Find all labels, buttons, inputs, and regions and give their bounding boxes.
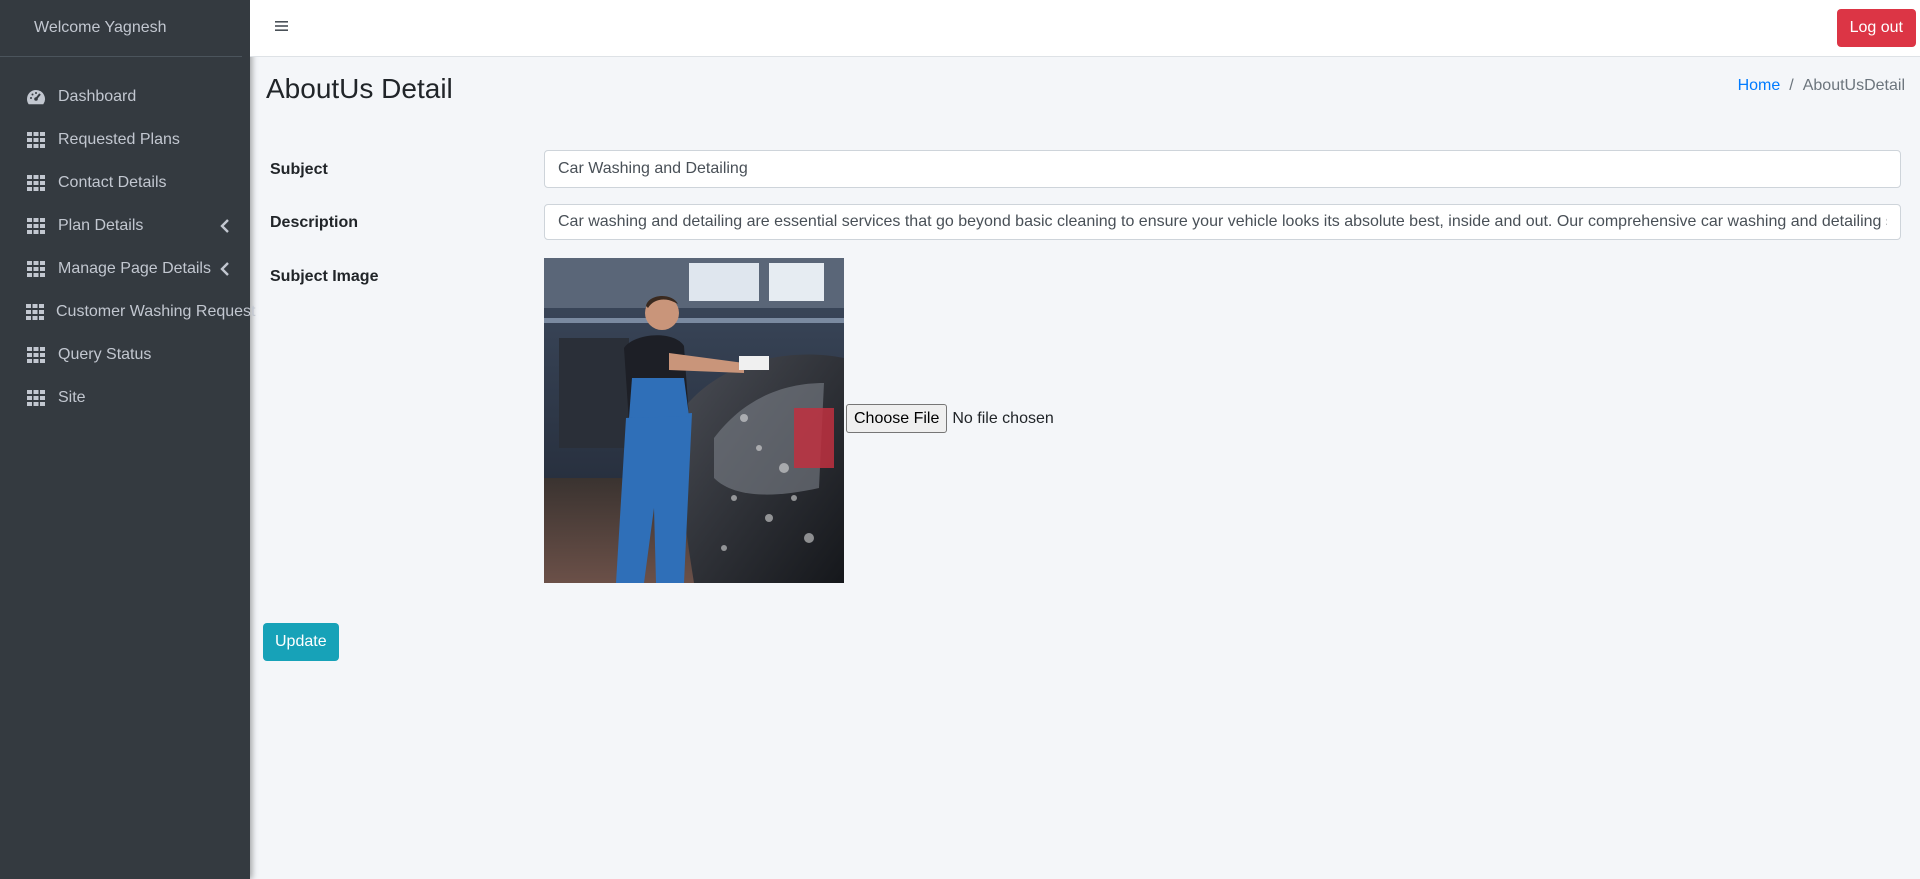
main-content: AboutUs Detail Home / AboutUsDetail Subj… <box>250 57 1920 879</box>
grid-icon <box>26 131 46 149</box>
grid-icon <box>26 260 46 278</box>
sidebar-item-label: Dashboard <box>58 87 137 105</box>
description-input[interactable] <box>544 204 1901 240</box>
logout-button[interactable]: Log out <box>1836 9 1916 47</box>
sidebar-item-dashboard[interactable]: Dashboard <box>8 75 242 118</box>
sidebar-nav: Dashboard Requested Plans Contact Detail… <box>0 75 256 419</box>
file-input: Choose File No file chosen <box>846 404 1054 433</box>
grid-icon <box>26 174 46 192</box>
subject-image <box>544 258 844 583</box>
grid-icon <box>26 346 46 364</box>
chevron-left-icon <box>220 218 230 233</box>
sidebar-item-label: Manage Page Details <box>58 259 211 277</box>
car-wash-photo <box>544 258 844 583</box>
description-label: Description <box>270 214 359 231</box>
subject-label: Subject <box>270 161 328 178</box>
subject-input[interactable] <box>544 150 1901 188</box>
chevron-left-icon <box>220 261 230 276</box>
sidebar-item-label: Contact Details <box>58 173 167 191</box>
sidebar-item-label: Site <box>58 388 86 406</box>
sidebar-item-requested-plans[interactable]: Requested Plans <box>8 118 242 161</box>
file-status-text: No file chosen <box>952 409 1054 427</box>
sidebar-item-customer-washing-request[interactable]: Customer Washing Request <box>8 290 256 333</box>
subject-image-label: Subject Image <box>270 268 379 285</box>
sidebar-item-label: Requested Plans <box>58 130 180 148</box>
tachometer-icon <box>26 88 46 106</box>
welcome-text: Welcome Yagnesh <box>34 19 167 36</box>
update-button[interactable]: Update <box>263 623 339 661</box>
sidebar-item-plan-details[interactable]: Plan Details <box>8 204 242 247</box>
breadcrumb: Home / AboutUsDetail <box>1738 77 1905 95</box>
breadcrumb-separator: / <box>1789 77 1794 94</box>
breadcrumb-home-link[interactable]: Home <box>1738 77 1781 95</box>
sidebar-item-label: Plan Details <box>58 216 144 234</box>
top-navbar: Log out <box>250 0 1920 57</box>
sidebar-item-manage-page-details[interactable]: Manage Page Details <box>8 247 242 290</box>
hamburger-icon[interactable] <box>274 18 290 34</box>
sidebar-item-contact-details[interactable]: Contact Details <box>8 161 242 204</box>
grid-icon <box>26 217 46 235</box>
sidebar-item-label: Query Status <box>58 345 152 363</box>
sidebar-item-query-status[interactable]: Query Status <box>8 333 242 376</box>
sidebar-item-site[interactable]: Site <box>8 376 242 419</box>
sidebar: Welcome Yagnesh Dashboard Requested Plan… <box>0 0 256 879</box>
page-title: AboutUs Detail <box>266 73 453 104</box>
grid-icon <box>26 303 44 321</box>
sidebar-item-label: Customer Washing Request <box>56 302 256 320</box>
choose-file-button[interactable]: Choose File <box>846 404 948 433</box>
breadcrumb-current: AboutUsDetail <box>1802 77 1905 94</box>
grid-icon <box>26 389 46 407</box>
sidebar-welcome: Welcome Yagnesh <box>0 0 242 57</box>
